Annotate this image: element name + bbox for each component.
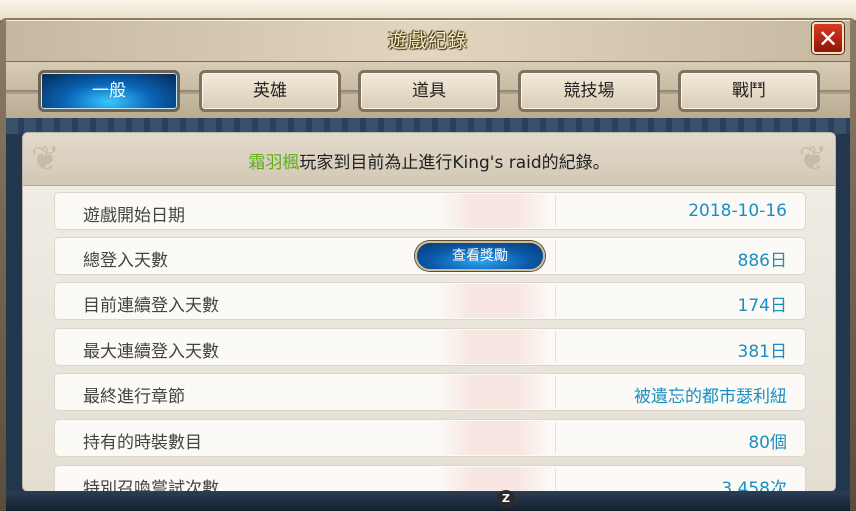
row-highlight	[436, 467, 552, 491]
tab-general[interactable]: 一般	[38, 70, 180, 112]
record-row-total-login: 總登入天數 查看獎勵 886日	[54, 237, 806, 275]
z-badge: Z	[497, 490, 515, 508]
player-name: 霜羽楓	[248, 153, 300, 173]
record-row-start-date: 遊戲開始日期 2018-10-16	[54, 192, 806, 230]
record-label: 總登入天數	[83, 251, 168, 271]
row-divider	[555, 240, 556, 272]
tab-battle[interactable]: 戰鬥	[678, 70, 820, 112]
row-divider	[555, 195, 556, 227]
window-title: 遊戲紀錄	[387, 30, 468, 52]
records-panel: ❦ ❦ 霜羽楓玩家到目前為止進行King's raid的紀錄。 遊戲開始日期 2…	[22, 132, 836, 492]
tab-arena[interactable]: 競技場	[518, 70, 660, 112]
record-label: 目前連續登入天數	[83, 296, 219, 316]
record-value: 174日	[737, 296, 787, 316]
row-highlight	[436, 284, 552, 318]
row-divider	[555, 376, 556, 408]
bottom-bar	[6, 491, 850, 511]
record-row-max-streak: 最大連續登入天數 381日	[54, 328, 806, 366]
record-label: 最終進行章節	[83, 387, 185, 407]
record-value: 3,458次	[721, 479, 787, 492]
record-row-costumes: 持有的時裝數目 80個	[54, 419, 806, 457]
record-label: 遊戲開始日期	[83, 206, 185, 226]
record-label: 持有的時裝數目	[83, 433, 202, 453]
record-label: 特別召喚嘗試次數	[83, 479, 219, 492]
close-icon: ✕	[817, 25, 839, 53]
row-divider	[555, 468, 556, 491]
record-value: 381日	[737, 342, 787, 362]
tab-heroes[interactable]: 英雄	[199, 70, 341, 112]
description-text: 霜羽楓玩家到目前為止進行King's raid的紀錄。	[23, 148, 835, 173]
record-value: 886日	[737, 251, 787, 271]
description-body: 玩家到目前為止進行King's raid的紀錄。	[299, 153, 610, 173]
record-row-last-chapter: 最終進行章節 被遺忘的都市瑟利紐	[54, 373, 806, 411]
description-banner: ❦ ❦ 霜羽楓玩家到目前為止進行King's raid的紀錄。	[23, 133, 835, 186]
row-divider	[555, 331, 556, 363]
record-value: 2018-10-16	[688, 201, 787, 221]
close-button[interactable]: ✕	[812, 22, 844, 54]
record-value: 被遺忘的都市瑟利紐	[634, 387, 787, 407]
record-row-current-streak: 目前連續登入天數 174日	[54, 282, 806, 320]
record-value: 80個	[748, 433, 787, 453]
row-highlight	[436, 330, 552, 364]
row-divider	[555, 285, 556, 317]
row-highlight	[436, 375, 552, 409]
tab-items[interactable]: 道具	[358, 70, 500, 112]
view-rewards-button[interactable]: 查看獎勵	[415, 241, 545, 271]
row-highlight	[436, 194, 552, 228]
row-divider	[555, 422, 556, 454]
record-row-special-summons: 特別召喚嘗試次數 3,458次	[54, 465, 806, 492]
record-label: 最大連續登入天數	[83, 342, 219, 362]
row-highlight	[436, 421, 552, 455]
